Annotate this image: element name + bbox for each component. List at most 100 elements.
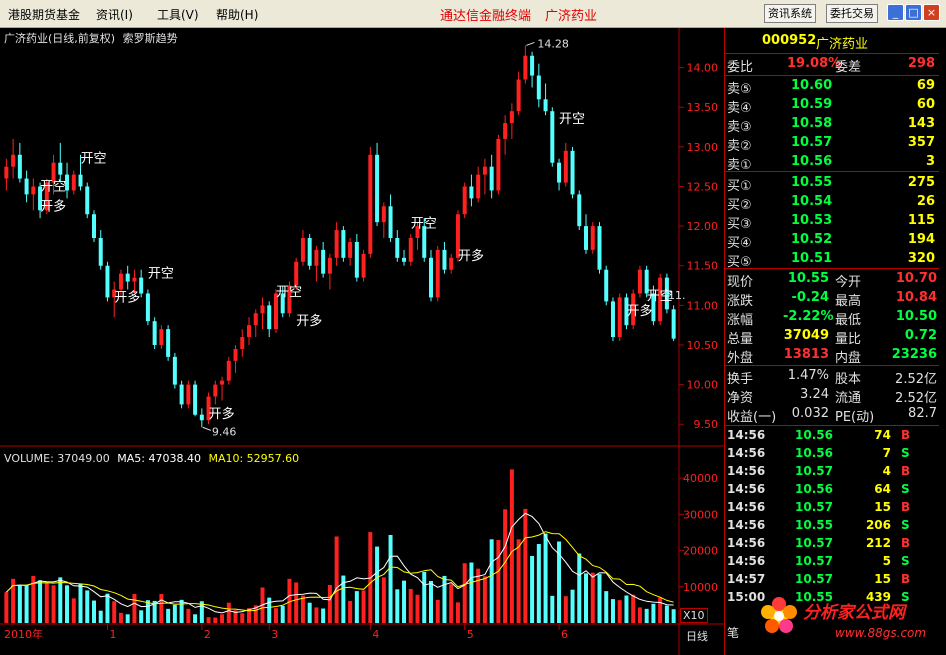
menu-tools[interactable]: 工具(V) (157, 6, 199, 23)
candle-body (395, 238, 400, 258)
stat-row: 涨幅 -2.22% 最低 10.50 (725, 308, 939, 328)
order-volume: 115 (907, 213, 935, 228)
app-title: 通达信金融终端 (440, 9, 532, 24)
volume-bar (617, 600, 622, 623)
news-system-button[interactable]: 资讯系统 (764, 4, 816, 23)
maximize-icon[interactable]: □ (905, 4, 922, 21)
volume-bar (395, 589, 400, 623)
candle-body (368, 154, 373, 254)
kline-chart[interactable]: 14.00 13.50 13.00 12.50 12.00 11.50 11.00 10.50… (0, 28, 724, 655)
tick-volume: 5 (882, 554, 891, 568)
candle-body (179, 384, 184, 405)
candle-body (17, 154, 22, 179)
stat-label: 总量 (727, 332, 754, 347)
candle-body (145, 293, 150, 322)
candle-body (516, 79, 521, 112)
weicha-label: 委差 (835, 60, 862, 75)
stat-value: 10.70 (895, 271, 937, 286)
divider (725, 425, 939, 426)
volume-bar (449, 584, 454, 623)
volume-bar (334, 536, 339, 623)
candle-body (671, 309, 676, 339)
order-price: 10.53 (791, 213, 833, 228)
tick-time: 14:56 (727, 536, 766, 550)
high-price-label: 14.28 (537, 37, 569, 50)
stat-row: 现价 10.55 今开 10.70 (725, 270, 939, 290)
volume-bar (17, 584, 22, 623)
price-tick-label: 11.50 (687, 260, 719, 273)
extra-label: 收益(一) (727, 410, 777, 425)
tick-price: 10.57 (795, 572, 833, 586)
tick-time: 14:56 (727, 464, 766, 478)
stat-row: 外盘 13813 内盘 23236 (725, 346, 939, 366)
kline-chart-area[interactable]: 14.00 13.50 13.00 12.50 12.00 11.50 11.00 10.50… (0, 28, 724, 655)
menu-hk-futures[interactable]: 港股期货基金 (8, 6, 80, 23)
volume-bar (590, 572, 595, 623)
stock-header: 000952 广济药业 (725, 32, 939, 52)
candle-body (550, 111, 555, 163)
candle-body (604, 269, 609, 302)
volume-bar (280, 605, 285, 623)
volume-tick-label: 30000 (683, 508, 718, 521)
price-tick-label: 13.50 (687, 101, 719, 114)
volume-bar (509, 469, 514, 623)
divider (725, 75, 939, 76)
order-label: 卖③ (727, 120, 752, 135)
stat-value: 10.50 (895, 309, 937, 324)
volume-tick-label: 20000 (683, 545, 718, 558)
stat-value: 13813 (783, 347, 829, 362)
weibi-value: 19.08% (787, 56, 842, 71)
signal-label: 开空 (148, 267, 174, 282)
candle-body (503, 123, 508, 139)
volume-bar (85, 590, 90, 623)
order-price: 10.60 (791, 78, 833, 93)
time-tick-label: 2010年 (4, 627, 43, 641)
volume-bar (469, 562, 474, 623)
axis-labels: 14.00 13.50 13.00 12.50 12.00 11.50 11.00 10.50… (4, 37, 718, 641)
signal-label: 开空 (40, 179, 66, 194)
tick-side: S (901, 482, 910, 496)
volume-bar (455, 602, 460, 623)
candle-body (118, 273, 123, 290)
price-tick-label: 13.00 (687, 141, 719, 154)
order-price: 10.59 (791, 97, 833, 112)
volume-bar (267, 597, 272, 623)
trade-order-button[interactable]: 委托交易 (826, 4, 878, 23)
volume-bar (4, 592, 9, 623)
tick-price: 10.57 (795, 500, 833, 514)
sell-row: 卖③ 10.58 143 (725, 115, 939, 135)
period-tab[interactable]: 日线 (686, 628, 708, 644)
order-label: 买④ (727, 236, 752, 251)
tick-side: S (901, 518, 910, 532)
minimize-icon[interactable]: _ (887, 4, 904, 21)
order-volume: 194 (907, 232, 935, 247)
extra-row: 换手 1.47% 股本 2.52亿 (725, 367, 939, 387)
extra-value: 2.52亿 (895, 372, 937, 387)
menu-help[interactable]: 帮助(H) (216, 6, 258, 23)
candle-body (105, 265, 110, 298)
stat-label: 今开 (835, 275, 862, 290)
candle-body (125, 273, 130, 282)
candle-body (442, 249, 447, 270)
candle-body (408, 238, 413, 262)
candle-body (597, 226, 602, 270)
volume-bar (294, 582, 299, 623)
time-tick-label: 6 (561, 628, 568, 641)
tick-time: 14:56 (727, 518, 766, 532)
signal-label: 开多 (40, 198, 66, 214)
candle-body (381, 206, 386, 223)
order-volume: 320 (907, 251, 935, 266)
menu-news[interactable]: 资讯(I) (96, 6, 133, 23)
candle-body (300, 238, 305, 262)
volume-bar (139, 610, 144, 623)
stat-value: 10.55 (787, 271, 829, 286)
extra-label: 净资 (727, 391, 754, 406)
volume-bar (563, 596, 568, 623)
stock-code: 000952 (762, 33, 817, 48)
tick-time: 14:56 (727, 554, 766, 568)
volume-bar (58, 577, 63, 623)
volume-bar (604, 591, 609, 623)
tab-partial[interactable]: 笔 (727, 624, 739, 641)
close-icon[interactable]: × (923, 4, 940, 21)
tick-row: 14:56 10.55 206 S (725, 517, 939, 535)
